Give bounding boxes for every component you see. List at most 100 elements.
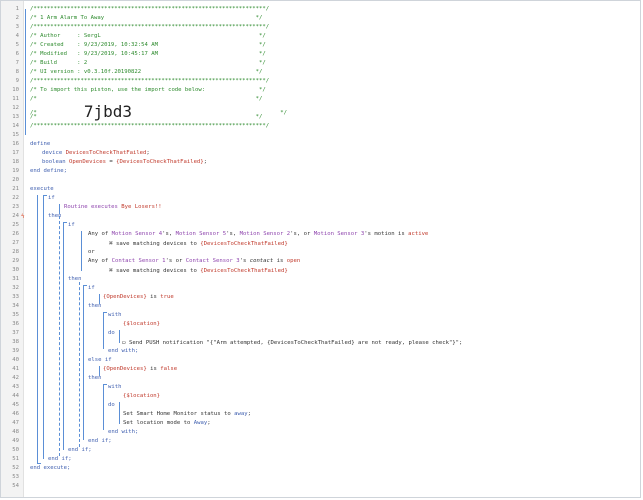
end-with-keyword[interactable]: end with;: [108, 347, 640, 356]
variable-expression: {OpenDevices}: [103, 294, 147, 300]
code-line: 50 end if;: [1, 446, 640, 455]
line-number: 25: [12, 222, 19, 228]
line-number: 33: [12, 294, 19, 300]
code-line: 34 then: [1, 302, 640, 311]
end-execute-keyword[interactable]: end execute;: [30, 464, 640, 473]
variable-expression: {OpenDevices}: [103, 366, 147, 372]
location-mode-task[interactable]: Set location mode to Away;: [123, 419, 640, 428]
variable-name: OpenDevices: [68, 159, 106, 165]
line-number: 49: [12, 438, 19, 444]
then-keyword[interactable]: then: [88, 302, 640, 311]
if-keyword[interactable]: if: [88, 284, 640, 293]
location-target[interactable]: {$location}: [123, 392, 640, 401]
line-number: 19: [12, 168, 19, 174]
do-keyword[interactable]: do: [108, 329, 640, 338]
do-keyword[interactable]: do: [108, 401, 640, 410]
line-number: 35: [12, 312, 19, 318]
line-number: 46: [12, 411, 19, 417]
comment-text: /* */: [30, 114, 263, 120]
attribute-value: open: [286, 258, 301, 264]
line-number: 15: [12, 132, 19, 138]
task-text: Send PUSH notification: [129, 340, 204, 346]
line-number: 2: [15, 15, 19, 21]
if-keyword[interactable]: if: [68, 221, 640, 230]
code-line: 47 Set location mode to Away;: [1, 419, 640, 428]
else-if-keyword[interactable]: else if: [88, 356, 640, 365]
code-line: 31 then: [1, 275, 640, 284]
code-line: 22 if: [1, 194, 640, 203]
line-number: 16: [12, 141, 19, 147]
with-block-guide: [103, 312, 104, 349]
task-value: Away: [193, 420, 208, 426]
with-keyword[interactable]: with: [108, 383, 640, 392]
code-line: 52 end execute;: [1, 464, 640, 473]
is-text: is: [276, 258, 284, 264]
code-line: 29 Any of Contact Sensor 1's or Contact S…: [1, 257, 640, 266]
code-line: 35 with: [1, 311, 640, 320]
code-line: 51 end if;: [1, 455, 640, 464]
boolean-variable-declaration[interactable]: boolean OpenDevices = {DevicesToCheckTha…: [42, 158, 640, 167]
line-number: 6: [15, 51, 19, 57]
motion-condition[interactable]: Any of Motion Sensor 4's, Motion Sensor …: [88, 230, 640, 239]
location-target[interactable]: {$location}: [123, 320, 640, 329]
with-keyword[interactable]: with: [108, 311, 640, 320]
code-line: 21 execute: [1, 185, 640, 194]
save-text: save matching devices to: [116, 268, 197, 274]
end-if-keyword[interactable]: end if;: [48, 455, 640, 464]
or-operator[interactable]: or: [88, 248, 640, 257]
code-line: 19 end define;: [1, 167, 640, 176]
inner-if-guide: [63, 222, 64, 450]
author-comment: /* Author : SergL */: [30, 33, 266, 39]
code-line: 41 {OpenDevices} is false: [1, 365, 640, 374]
line-number: 17: [12, 150, 19, 156]
routine-name: Bye Losers!!: [121, 204, 162, 210]
code-line: 9 /**************************************…: [1, 77, 640, 86]
code-line: 5 /* Created : 9/23/2019, 10:32:54 AM */: [1, 41, 640, 50]
execute-keyword[interactable]: execute: [30, 185, 640, 194]
end-if-keyword[interactable]: end if;: [88, 437, 640, 446]
routine-condition[interactable]: Routine executes Bye Losers!!: [64, 203, 640, 212]
line-number: 36: [12, 321, 19, 327]
code-line: 26 Any of Motion Sensor 4's, Motion Senso…: [1, 230, 640, 239]
code-line: 54: [1, 482, 640, 491]
line-number: 41: [12, 366, 19, 372]
line-number: 24: [12, 213, 19, 219]
line-number: 42: [12, 375, 19, 381]
save-devices-icon: ⌘: [109, 240, 113, 247]
condition-bolt-icon[interactable]: ϟ: [21, 214, 26, 220]
code-line: 48 end with;: [1, 428, 640, 437]
condition-guide: [59, 204, 60, 214]
open-devices-true-condition[interactable]: {OpenDevices} is true: [103, 293, 640, 302]
end-with-keyword[interactable]: end with;: [108, 428, 640, 437]
shm-status-task[interactable]: Set Smart Home Monitor status to away;: [123, 410, 640, 419]
then-block-guide: [59, 216, 60, 456]
device-variable-declaration[interactable]: device DevicesToCheckThatFailed;: [42, 149, 640, 158]
line-number: 20: [12, 177, 19, 183]
code-line: 27 ⌘ save matching devices to {DevicesToC…: [1, 239, 640, 248]
then-keyword[interactable]: then: [88, 374, 640, 383]
then-keyword[interactable]: then: [48, 212, 640, 221]
block-guide-cap: [103, 384, 107, 385]
code-line: 40 else if: [1, 356, 640, 365]
if-keyword[interactable]: if: [48, 194, 640, 203]
then-keyword[interactable]: then: [68, 275, 640, 284]
line-number: 21: [12, 186, 19, 192]
end-define-keyword[interactable]: end define;: [30, 167, 640, 176]
type-keyword: device: [42, 150, 63, 156]
line-number: 5: [15, 42, 19, 48]
block-guide-cap: [83, 285, 87, 286]
define-keyword[interactable]: define: [30, 140, 640, 149]
contact-condition[interactable]: Any of Contact Sensor 1's or Contact Sen…: [88, 257, 640, 266]
open-devices-false-condition[interactable]: {OpenDevices} is false: [103, 365, 640, 374]
end-if-keyword[interactable]: end if;: [68, 446, 640, 455]
line-number: 14: [12, 123, 19, 129]
task-text: Set Smart Home Monitor status to: [123, 411, 231, 417]
line-number: 8: [15, 69, 19, 75]
code-line: 38 ▭ Send PUSH notification "{"Arm attemp…: [1, 338, 640, 347]
code-line: 23 Routine executes Bye Losers!!: [1, 203, 640, 212]
line-number: 40: [12, 357, 19, 363]
code-line: 33 {OpenDevices} is true: [1, 293, 640, 302]
execute-block-guide: [37, 195, 38, 464]
code-line: 46 Set Smart Home Monitor status to away;: [1, 410, 640, 419]
variable-value: {DevicesToCheckThatFailed}: [116, 159, 204, 165]
